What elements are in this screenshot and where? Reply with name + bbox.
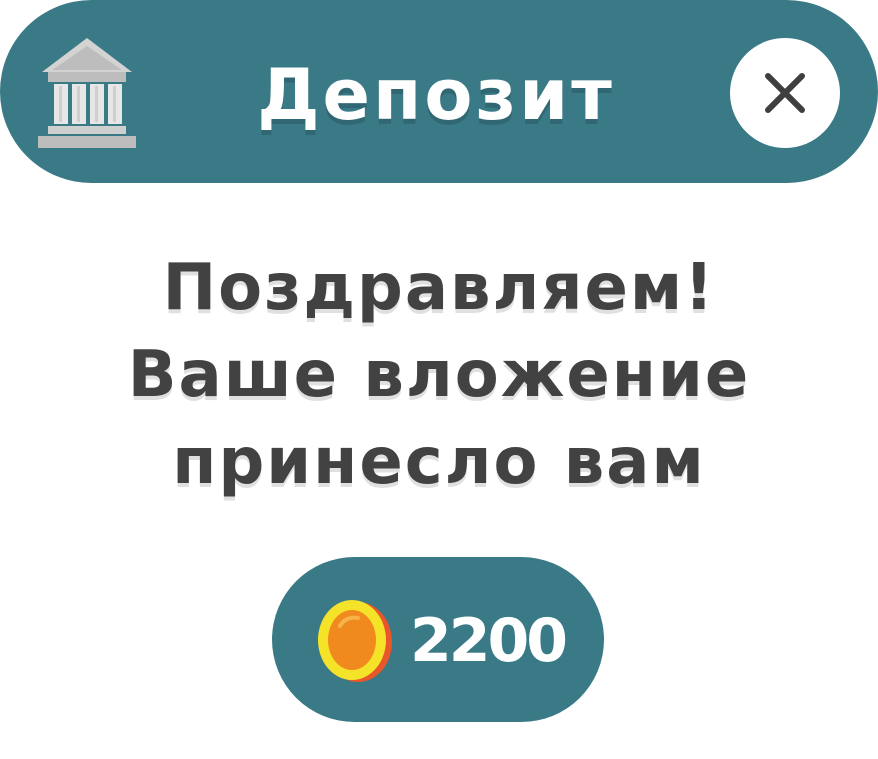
message-line: Поздравляем! (162, 251, 716, 325)
congrats-message: Поздравляем! Ваше вложение принесло вам (0, 245, 878, 506)
close-button[interactable] (730, 38, 840, 148)
reward-badge: 2200 (272, 557, 604, 722)
coin-icon (312, 596, 398, 686)
message-line: Ваше вложение (127, 338, 751, 412)
bank-icon (34, 36, 140, 150)
dialog-title: Депозит (257, 54, 615, 136)
message-line: принесло вам (172, 425, 706, 499)
reward-amount: 2200 (410, 606, 568, 676)
dialog-header: Депозит (0, 0, 878, 183)
close-icon (765, 73, 805, 113)
